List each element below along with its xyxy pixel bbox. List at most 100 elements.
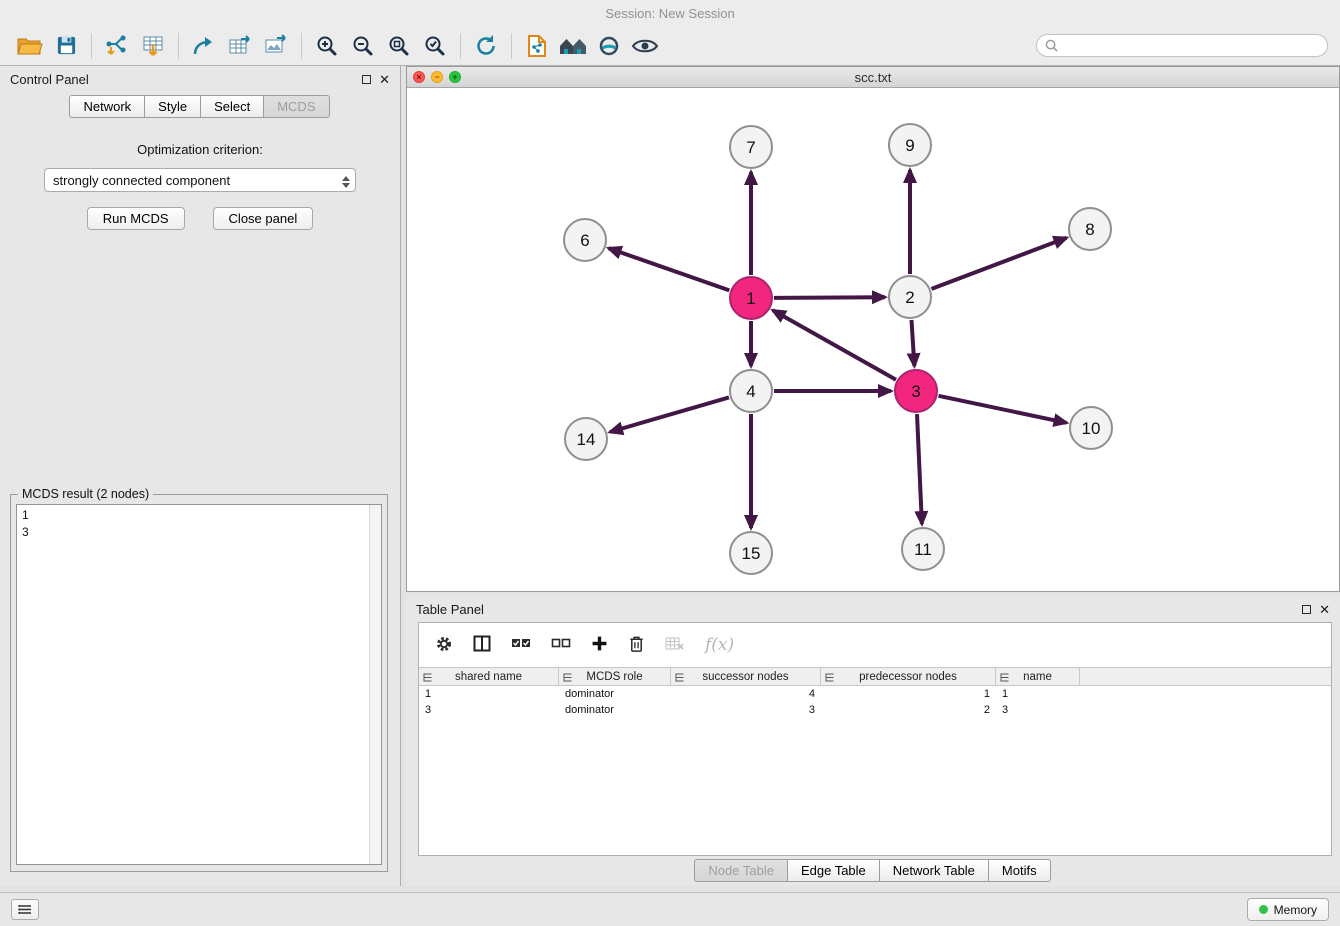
open-session-button[interactable] bbox=[12, 30, 48, 62]
table-cell[interactable]: 1 bbox=[996, 688, 1080, 700]
zoom-selected-button[interactable] bbox=[417, 30, 453, 62]
run-mcds-button[interactable]: Run MCDS bbox=[87, 207, 185, 230]
network-from-file-button[interactable] bbox=[519, 30, 555, 62]
graph-edge-3-10[interactable] bbox=[939, 396, 1067, 423]
graph-edge-2-8[interactable] bbox=[932, 238, 1067, 289]
graph-edge-1-6[interactable] bbox=[609, 248, 730, 290]
houses-icon bbox=[558, 36, 588, 56]
minimize-window-icon[interactable]: − bbox=[431, 71, 443, 83]
control-panel-header: Control Panel ✕ bbox=[0, 66, 400, 92]
table-row[interactable]: 3dominator323 bbox=[419, 702, 1331, 718]
export-image-button[interactable] bbox=[258, 30, 294, 62]
column-grid-icon bbox=[675, 673, 684, 682]
delete-column-button[interactable] bbox=[628, 635, 645, 656]
close-table-panel-icon[interactable]: ✕ bbox=[1319, 603, 1330, 616]
save-disk-icon bbox=[56, 35, 77, 56]
columns-icon bbox=[473, 635, 491, 652]
graph-edge-1-2[interactable] bbox=[774, 297, 885, 298]
criterion-select[interactable]: strongly connected component bbox=[44, 168, 356, 192]
tab-motifs[interactable]: Motifs bbox=[988, 859, 1051, 882]
zoom-out-button[interactable] bbox=[345, 30, 381, 62]
float-panel-icon[interactable] bbox=[362, 75, 371, 84]
column-grid-icon bbox=[423, 673, 432, 682]
graph-edge-3-1[interactable] bbox=[773, 310, 896, 379]
float-table-panel-icon[interactable] bbox=[1302, 605, 1311, 614]
import-network-button[interactable] bbox=[99, 30, 135, 62]
show-hide-button[interactable] bbox=[627, 30, 663, 62]
zoom-in-button[interactable] bbox=[309, 30, 345, 62]
network-view-window: scc.txt × − + 1234678910111415 bbox=[406, 66, 1340, 592]
task-history-button[interactable] bbox=[11, 899, 39, 920]
tab-node-table[interactable]: Node Table bbox=[694, 859, 788, 882]
tab-network[interactable]: Network bbox=[69, 95, 145, 118]
close-control-panel-icon[interactable]: ✕ bbox=[379, 73, 390, 86]
search-box[interactable] bbox=[1036, 34, 1328, 57]
table-cell[interactable]: dominator bbox=[559, 704, 671, 716]
graph-node-label: 9 bbox=[905, 136, 914, 155]
deselect-all-button[interactable] bbox=[551, 636, 571, 654]
mcds-result-text[interactable]: 1 3 bbox=[16, 504, 382, 865]
column-header-shared-name[interactable]: shared name bbox=[419, 668, 559, 685]
tab-select[interactable]: Select bbox=[200, 95, 264, 118]
graph-node-label: 7 bbox=[746, 138, 755, 157]
network-window-titlebar[interactable]: scc.txt × − + bbox=[407, 67, 1339, 88]
import-table-button[interactable] bbox=[135, 30, 171, 62]
export-network-button[interactable] bbox=[186, 30, 222, 62]
table-cell[interactable]: 3 bbox=[671, 704, 821, 716]
table-cell[interactable]: 1 bbox=[821, 688, 996, 700]
column-header-MCDS-role[interactable]: MCDS role bbox=[559, 668, 671, 685]
graph-edge-3-11[interactable] bbox=[917, 414, 922, 524]
network-canvas[interactable]: 1234678910111415 bbox=[407, 89, 1339, 591]
graph-node-label: 15 bbox=[742, 544, 761, 563]
close-panel-button[interactable]: Close panel bbox=[213, 207, 314, 230]
toolbar-separator bbox=[91, 33, 92, 59]
home-layout-button[interactable] bbox=[555, 30, 591, 62]
memory-button[interactable]: Memory bbox=[1247, 898, 1329, 921]
delete-table-button[interactable] bbox=[665, 636, 685, 654]
table-cell[interactable]: dominator bbox=[559, 688, 671, 700]
painter-icon bbox=[597, 34, 621, 58]
graph-node-label: 14 bbox=[577, 430, 596, 449]
refresh-icon bbox=[474, 34, 498, 58]
gear-icon bbox=[435, 635, 453, 653]
graph-node-label: 2 bbox=[905, 288, 914, 307]
graph-edge-2-3[interactable] bbox=[912, 320, 915, 366]
show-columns-button[interactable] bbox=[473, 635, 491, 655]
table-settings-button[interactable] bbox=[435, 635, 453, 656]
tab-mcds[interactable]: MCDS bbox=[263, 95, 329, 118]
refresh-button[interactable] bbox=[468, 30, 504, 62]
list-icon bbox=[18, 904, 32, 915]
table-cell[interactable]: 2 bbox=[821, 704, 996, 716]
save-session-button[interactable] bbox=[48, 30, 84, 62]
select-all-button[interactable] bbox=[511, 636, 531, 654]
result-scrollbar[interactable] bbox=[369, 505, 381, 864]
zoom-fit-button[interactable] bbox=[381, 30, 417, 62]
deselect-all-icon bbox=[551, 636, 571, 651]
export-table-button[interactable] bbox=[222, 30, 258, 62]
add-column-button[interactable] bbox=[591, 635, 608, 655]
table-cell[interactable]: 4 bbox=[671, 688, 821, 700]
toolbar-separator bbox=[460, 33, 461, 59]
tab-edge-table[interactable]: Edge Table bbox=[787, 859, 880, 882]
mcds-panel: Optimization criterion: strongly connect… bbox=[0, 142, 400, 230]
table-row[interactable]: 1dominator411 bbox=[419, 686, 1331, 702]
column-header-successor-nodes[interactable]: successor nodes bbox=[671, 668, 821, 685]
graph-edge-4-14[interactable] bbox=[610, 397, 729, 432]
style-painter-button[interactable] bbox=[591, 30, 627, 62]
table-tabs: Node TableEdge TableNetwork TableMotifs bbox=[406, 859, 1340, 882]
function-builder-button[interactable]: f(x) bbox=[705, 635, 734, 655]
table-cell[interactable]: 1 bbox=[419, 688, 559, 700]
tab-style[interactable]: Style bbox=[144, 95, 201, 118]
close-window-icon[interactable]: × bbox=[413, 71, 425, 83]
table-toolbar: f(x) bbox=[419, 623, 1331, 667]
table-cell[interactable]: 3 bbox=[996, 704, 1080, 716]
column-header-predecessor-nodes[interactable]: predecessor nodes bbox=[821, 668, 996, 685]
optimization-label: Optimization criterion: bbox=[0, 142, 400, 157]
column-header-name[interactable]: name bbox=[996, 668, 1080, 685]
tab-network-table[interactable]: Network Table bbox=[879, 859, 989, 882]
eye-icon bbox=[631, 37, 659, 55]
toolbar-separator bbox=[511, 33, 512, 59]
table-cell[interactable]: 3 bbox=[419, 704, 559, 716]
search-input[interactable] bbox=[1063, 38, 1319, 53]
maximize-window-icon[interactable]: + bbox=[449, 71, 461, 83]
